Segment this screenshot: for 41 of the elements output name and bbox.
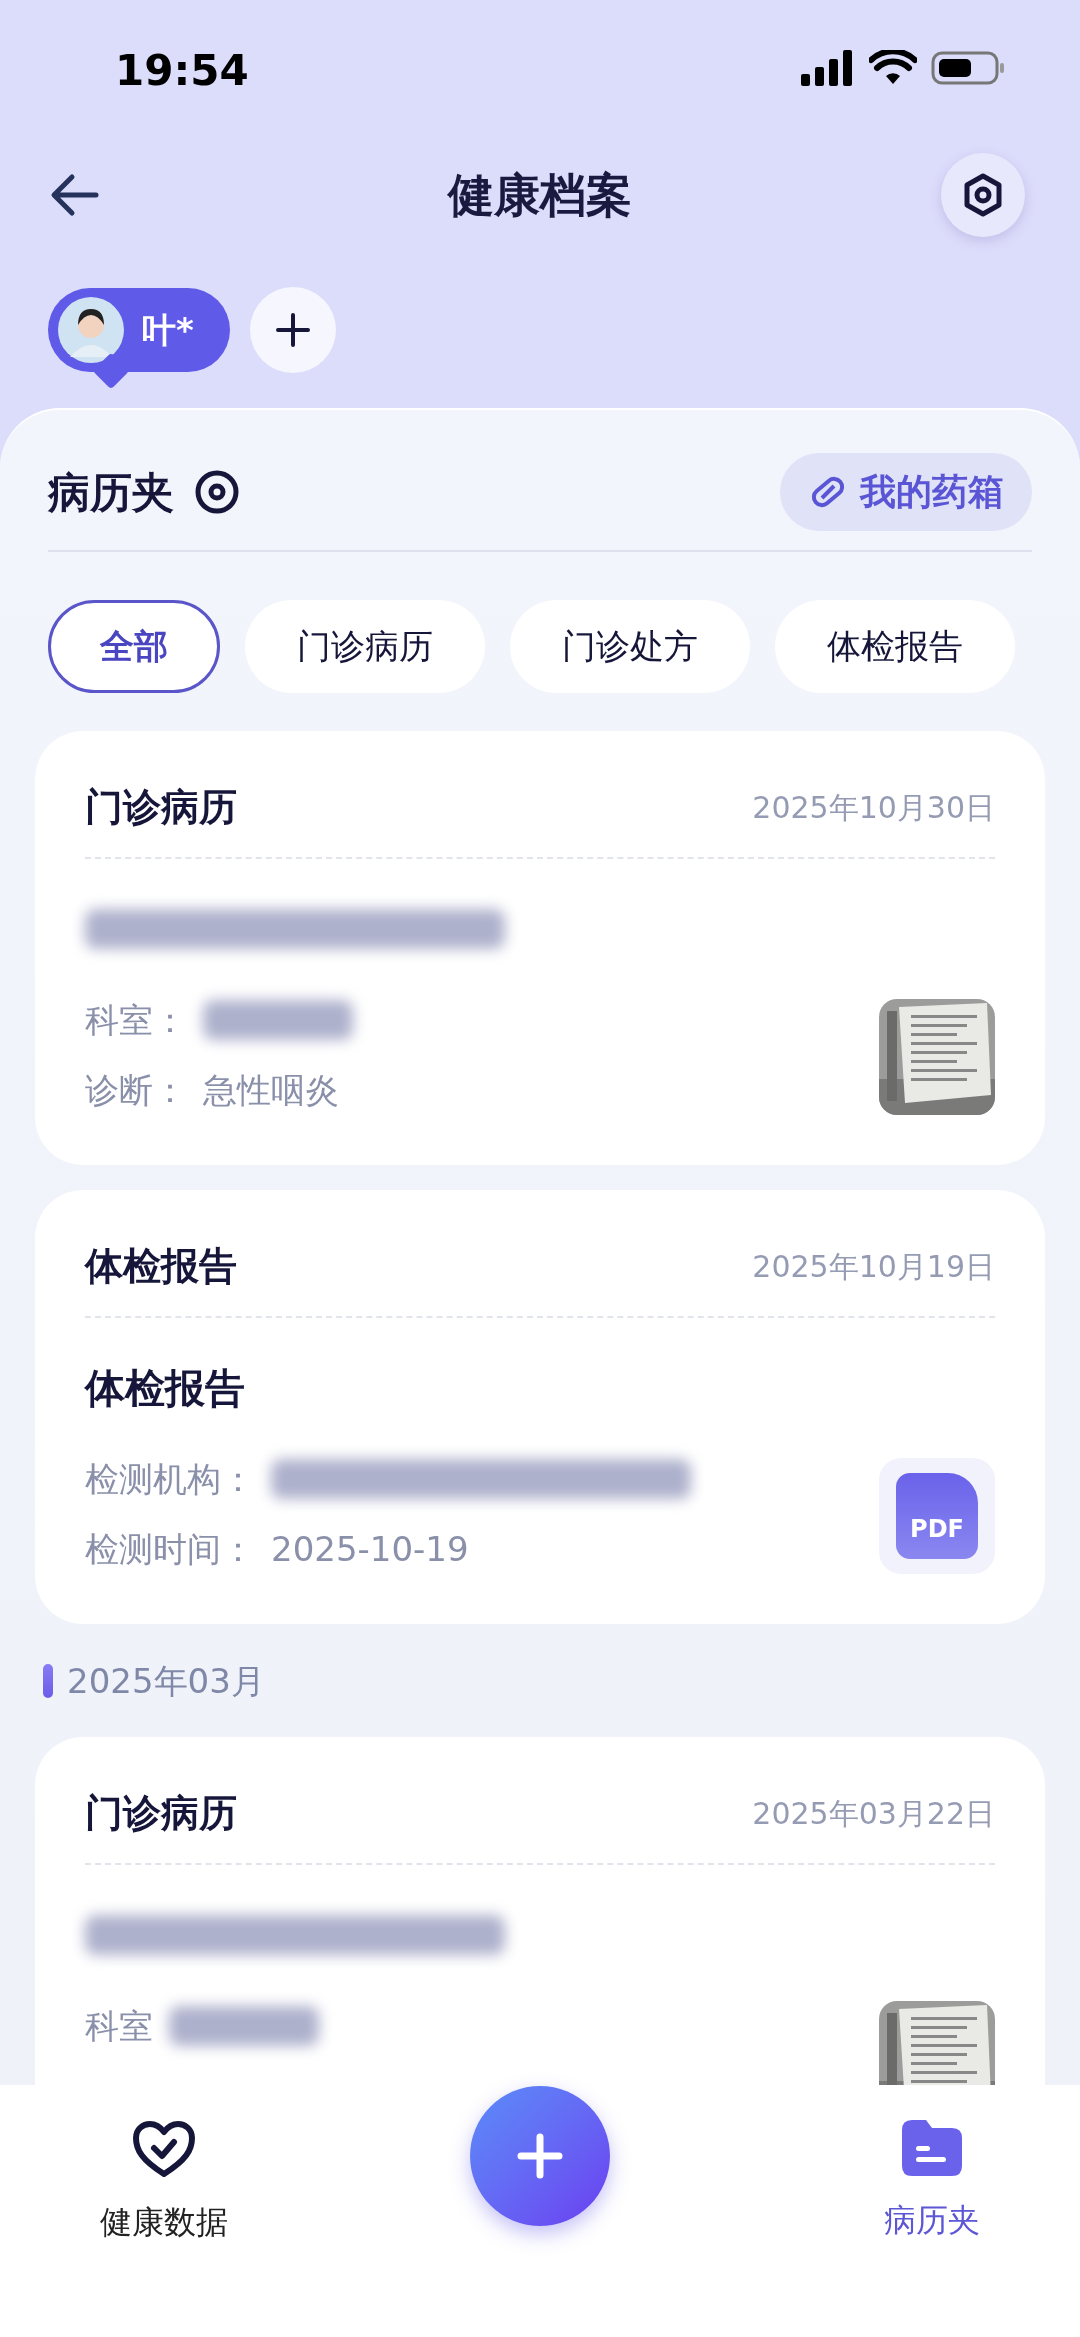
heart-check-icon xyxy=(132,2120,196,2178)
record-type: 体检报告 xyxy=(85,1242,237,1290)
record-card[interactable]: 体检报告 2025年10月19日 体检报告 检测机构： 检测时间： 2025-10-19 PDF xyxy=(35,1190,1045,1624)
record-card[interactable]: 门诊病历 2025年03月22日 科室 xyxy=(35,1737,1045,2085)
month-marker xyxy=(43,1664,53,1698)
wifi-icon xyxy=(869,49,917,86)
back-arrow-icon xyxy=(50,173,100,217)
record-date: 2025年10月19日 xyxy=(752,1247,995,1286)
field-label: 科室： xyxy=(85,998,187,1042)
page-title: 健康档案 xyxy=(448,166,632,224)
field-value: 2025-10-19 xyxy=(271,1527,469,1571)
tab-item[interactable]: 病历夹 xyxy=(884,2120,980,2250)
plus-icon xyxy=(274,312,311,348)
field-value: 急性咽炎 xyxy=(203,1068,339,1112)
field-label: 检测时间： xyxy=(85,1527,255,1571)
pdf-file[interactable]: PDF xyxy=(879,1458,995,1574)
plus-icon xyxy=(517,2133,563,2179)
battery-icon xyxy=(931,49,1005,86)
field-label: 科室 xyxy=(85,2004,153,2048)
signal-icon xyxy=(801,49,855,86)
filter-tab[interactable]: 体检报告 xyxy=(775,600,1015,693)
medicine-cabinet-button[interactable]: 我的药箱 xyxy=(780,453,1032,531)
month-label: 2025年03月 xyxy=(67,1659,265,1703)
tab-item[interactable]: 健康数据 xyxy=(100,2120,228,2250)
record-date: 2025年10月30日 xyxy=(752,788,995,827)
avatar xyxy=(58,297,124,363)
record-date: 2025年03月22日 xyxy=(752,1794,995,1833)
section-title: 病历夹 xyxy=(48,466,174,519)
filter-tab[interactable]: 全部 xyxy=(48,600,220,693)
record-subtitle: 体检报告 xyxy=(85,1364,245,1413)
folder-icon xyxy=(902,2120,962,2176)
profile-chip[interactable]: 叶* xyxy=(48,288,230,372)
status-time: 19:54 xyxy=(115,44,249,97)
field-label: 检测机构： xyxy=(85,1457,255,1501)
field-label: 诊断： xyxy=(85,1068,187,1112)
record-type: 门诊病历 xyxy=(85,783,237,831)
filter-tab[interactable]: 门诊病历 xyxy=(245,600,485,693)
eye-icon[interactable] xyxy=(194,469,240,515)
record-card[interactable]: 门诊病历 2025年10月30日 科室： 诊断： 急性咽炎 xyxy=(35,731,1045,1165)
filter-tab[interactable]: 门诊处方 xyxy=(510,600,750,693)
record-type: 门诊病历 xyxy=(85,1789,237,1837)
